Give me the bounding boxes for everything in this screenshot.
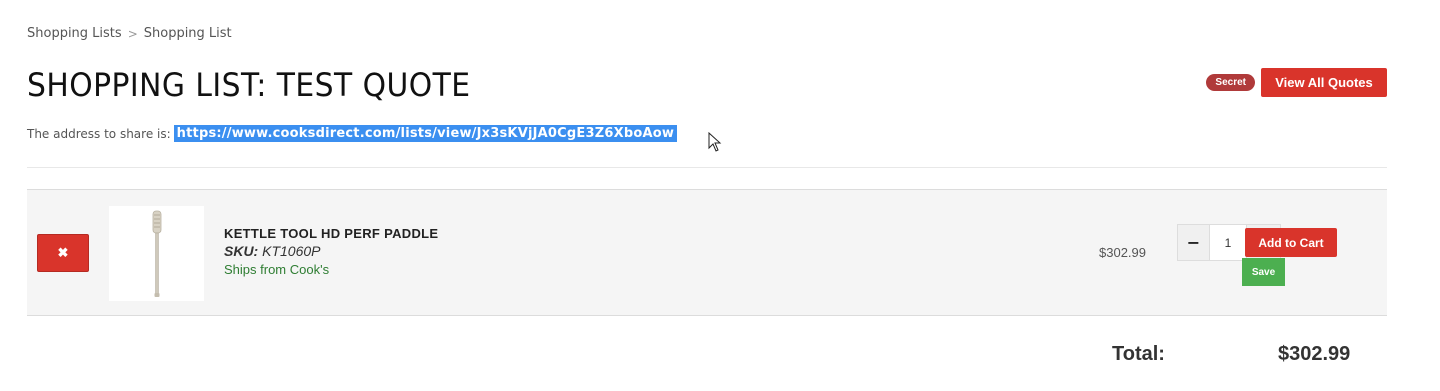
breadcrumb-shopping-lists[interactable]: Shopping Lists (27, 26, 122, 41)
secret-badge: Secret (1206, 74, 1255, 91)
breadcrumb-shopping-list[interactable]: Shopping List (144, 26, 232, 41)
add-to-cart-button[interactable]: Add to Cart (1245, 228, 1337, 257)
top-actions: Secret View All Quotes (1206, 68, 1387, 97)
remove-item-button[interactable]: ✖ (37, 234, 89, 272)
quantity-input[interactable] (1210, 225, 1246, 260)
ships-from: Ships from Cook's (224, 262, 330, 277)
close-icon: ✖ (57, 245, 69, 260)
breadcrumb: Shopping Lists > Shopping List (27, 26, 232, 41)
divider (27, 167, 1387, 168)
quantity-minus-button[interactable]: − (1178, 225, 1210, 260)
item-info: KETTLE TOOL HD PERF PADDLE SKU: KT1060P … (224, 226, 438, 277)
share-address: The address to share is: https://www.coo… (27, 125, 678, 142)
kettle-paddle-image (152, 210, 161, 297)
breadcrumb-separator: > (127, 26, 138, 41)
page-title: SHOPPING LIST: TEST QUOTE (27, 66, 471, 104)
save-button[interactable]: Save (1242, 258, 1285, 286)
share-url[interactable]: https://www.cooksdirect.com/lists/view/J… (173, 125, 678, 142)
item-sku: SKU: KT1060P (224, 243, 438, 259)
mouse-cursor-icon (708, 132, 722, 152)
list-item: ✖ KETTLE TOOL HD PERF PADDLE SKU: KT1060… (27, 189, 1387, 316)
product-image[interactable] (109, 206, 204, 301)
item-name[interactable]: KETTLE TOOL HD PERF PADDLE (224, 226, 438, 241)
sku-value: KT1060P (262, 243, 321, 259)
total-label: Total: (1112, 343, 1165, 365)
view-all-quotes-button[interactable]: View All Quotes (1261, 68, 1387, 97)
item-price: $302.99 (1099, 245, 1146, 260)
share-label: The address to share is: (27, 126, 171, 141)
sku-label: SKU: (224, 243, 259, 259)
total-value: $302.99 (1278, 343, 1351, 365)
